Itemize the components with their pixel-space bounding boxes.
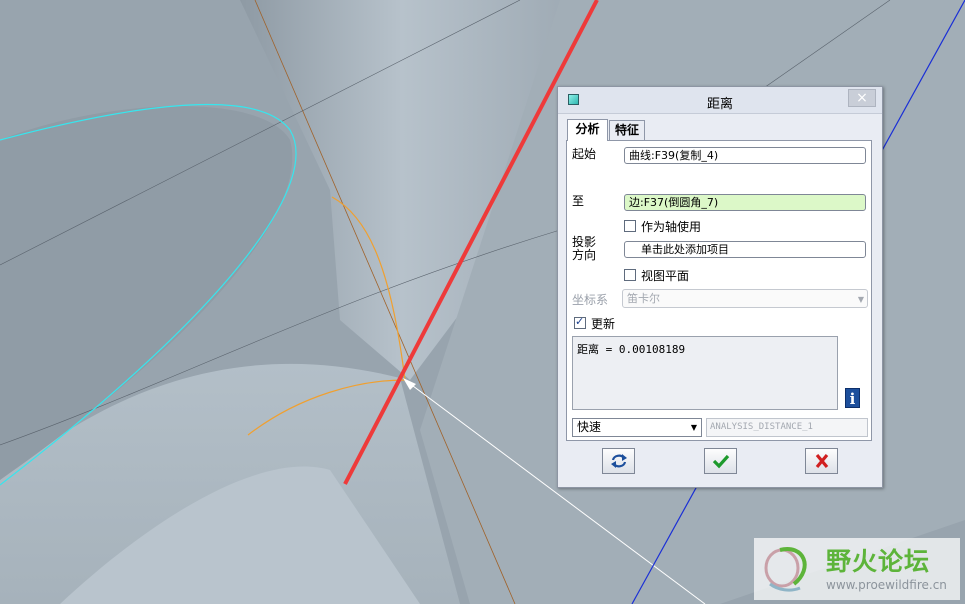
tab-feature[interactable]: 特征: [609, 120, 645, 140]
checkmark-icon: ✓: [575, 315, 585, 328]
result-textarea[interactable]: 距离 = 0.00108189: [572, 336, 838, 410]
ok-button[interactable]: [704, 448, 737, 474]
csys-label: 坐标系: [572, 293, 609, 307]
chevron-down-icon: ▼: [857, 295, 864, 304]
update-checkbox[interactable]: ✓: [574, 315, 586, 329]
from-label: 起始: [572, 147, 597, 161]
repeat-button[interactable]: [602, 448, 635, 474]
forum-name: 野火论坛: [826, 547, 931, 576]
mode-value: 快速: [577, 420, 602, 434]
use-as-axis-label: 作为轴使用: [641, 220, 702, 234]
checkmark-icon: [712, 454, 730, 469]
distance-result: 距离 = 0.00108189: [577, 343, 686, 356]
info-button[interactable]: i: [845, 388, 860, 408]
view-plane-checkbox[interactable]: [624, 269, 636, 281]
mode-select[interactable]: 快速 ▼: [572, 418, 702, 437]
cancel-button[interactable]: [805, 448, 838, 474]
projection-direction-field[interactable]: 单击此处添加项目: [624, 241, 866, 258]
use-as-axis-checkbox[interactable]: [624, 220, 636, 232]
forum-logo-icon: [764, 547, 807, 592]
chevron-down-icon: ▼: [690, 423, 697, 432]
analysis-name-field[interactable]: ANALYSIS_DISTANCE_1: [706, 418, 868, 437]
forum-watermark: 野火论坛 www.proewildfire.cn: [754, 538, 960, 600]
close-icon: [815, 453, 829, 469]
forum-url: www.proewildfire.cn: [826, 578, 947, 592]
refresh-icon: [611, 454, 627, 468]
from-reference-field[interactable]: 曲线:F39(复制_4): [624, 147, 866, 164]
distance-dialog: 距离 × 分析 特征 起始 曲线:F39(复制_4) 至 边:F37(倒圆角_7…: [557, 86, 883, 488]
to-reference-field[interactable]: 边:F37(倒圆角_7): [624, 194, 866, 211]
dialog-titlebar[interactable]: 距离 ×: [558, 87, 882, 114]
csys-value: 笛卡尔: [627, 292, 660, 305]
close-button[interactable]: ×: [848, 89, 876, 107]
projection-label-2: 方向: [572, 248, 597, 262]
to-label: 至: [572, 194, 585, 208]
tab-analysis[interactable]: 分析: [567, 119, 608, 141]
view-plane-label: 视图平面: [641, 269, 690, 283]
update-label: 更新: [591, 317, 616, 331]
csys-select: 笛卡尔 ▼: [622, 289, 868, 308]
dialog-title: 距离: [706, 97, 733, 112]
